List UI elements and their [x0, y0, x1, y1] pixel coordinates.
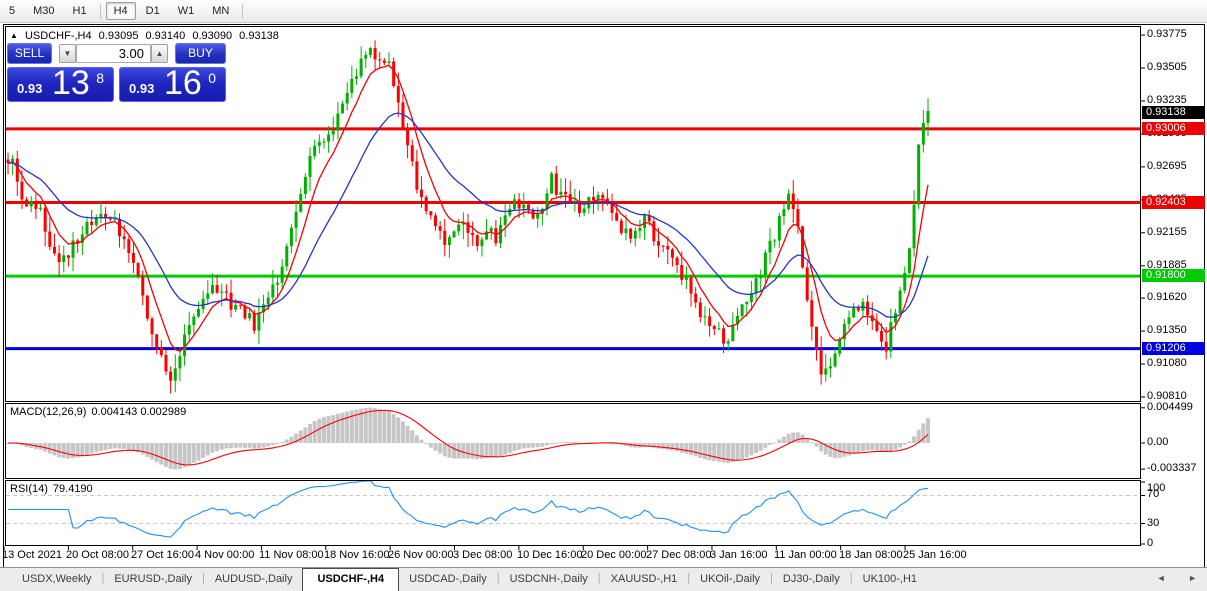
chart-tab-ukoil-daily[interactable]: UKOil-,Daily [690, 568, 770, 591]
price-axis-tick: 0.91620 [1147, 291, 1187, 303]
sell-price-prefix: 0.93 [17, 81, 42, 96]
date-axis-label: 11 Jan 00:00 [774, 549, 837, 561]
chart-tab-bar: USDX,Weekly|EURUSD-,Daily|AUDUSD-,DailyU… [0, 567, 1207, 591]
current-price-tag: 0.93138 [1142, 106, 1205, 119]
volume-input[interactable] [76, 44, 151, 63]
tab-scroll-left-icon[interactable]: ◄ [1157, 573, 1166, 583]
macd-axis-tick: 0.00 [1147, 436, 1168, 448]
date-axis-label: 4 Nov 00:00 [195, 549, 254, 561]
sell-price-display[interactable]: 0.93 13 8 [7, 67, 114, 102]
chart-tab-uk100-h1[interactable]: UK100-,H1 [853, 568, 927, 591]
rsi-axis-tick: 0 [1147, 537, 1153, 549]
date-axis-label: 10 Dec 16:00 [517, 549, 582, 561]
ohlc-low: 0.93090 [192, 30, 232, 42]
buy-button[interactable]: BUY [175, 43, 226, 64]
chart-tab-usdx-weekly[interactable]: USDX,Weekly [12, 568, 101, 591]
date-axis-label: 11 Nov 08:00 [259, 549, 324, 561]
sell-price-pip: 8 [96, 70, 104, 86]
rsi-axis-tick: 70 [1147, 488, 1159, 500]
rsi-indicator-label: RSI(14)79.4190 [10, 483, 98, 495]
buy-price-display[interactable]: 0.93 16 0 [119, 67, 226, 102]
price-axis-tick: 0.93235 [1147, 94, 1187, 106]
price-axis-tick: 0.93505 [1147, 61, 1187, 73]
macd-indicator-label: MACD(12,26,9)0.004143 0.002989 [10, 406, 191, 418]
date-axis-label: 20 Oct 08:00 [66, 549, 129, 561]
price-level-tag: 0.91800 [1142, 269, 1205, 282]
date-axis-label: 3 Jan 16:00 [710, 549, 768, 561]
price-level-tag: 0.93006 [1142, 122, 1205, 135]
sell-button[interactable]: SELL [7, 43, 52, 64]
date-axis-label: 3 Dec 08:00 [453, 549, 512, 561]
tab-scroll-right-icon[interactable]: ► [1188, 573, 1197, 583]
buy-price-pip: 0 [208, 70, 216, 86]
symbol-ohlc-line: ▲ USDCHF-,H4 0.93095 0.93140 0.93090 0.9… [10, 30, 283, 42]
date-axis-label: 13 Oct 2021 [2, 549, 62, 561]
price-axis-tick: 0.92155 [1147, 226, 1187, 238]
date-axis-label: 18 Jan 08:00 [839, 549, 903, 561]
rsi-axis-tick: 30 [1147, 517, 1159, 529]
mt4-window: 5M30H1H4D1W1MN ▲ USDCHF-,H4 0.93095 0.93… [0, 0, 1207, 591]
volume-up-button[interactable]: ▲ [151, 44, 168, 63]
collapse-arrow-icon[interactable]: ▲ [10, 31, 18, 40]
rsi-panel [6, 481, 1141, 546]
level-lines-group [6, 129, 1140, 349]
chart-tab-audusd-daily[interactable]: AUDUSD-,Daily [205, 568, 303, 591]
buy-price-prefix: 0.93 [129, 81, 154, 96]
date-axis-label: 26 Nov 00:00 [388, 549, 453, 561]
chart-tab-dj30-daily[interactable]: DJ30-,Daily [773, 568, 850, 591]
macd-axis-tick: 0.004499 [1147, 401, 1193, 413]
sell-price-big: 13 [52, 64, 90, 103]
ohlc-close: 0.93138 [239, 30, 279, 42]
chart-tab-xauusd-h1[interactable]: XAUUSD-,H1 [601, 568, 688, 591]
date-axis-label: 27 Dec 08:00 [646, 549, 711, 561]
ohlc-high: 0.93140 [146, 30, 186, 42]
price-level-tag: 0.92403 [1142, 196, 1205, 209]
price-axis-tick: 0.92695 [1147, 160, 1187, 172]
price-level-tag: 0.91206 [1142, 342, 1205, 355]
macd-axis-tick: -0.003337 [1147, 462, 1197, 474]
price-axis-tick: 0.91080 [1147, 357, 1187, 369]
chart-tab-eurusd-daily[interactable]: EURUSD-,Daily [104, 568, 202, 591]
ohlc-open: 0.93095 [99, 30, 139, 42]
volume-down-button[interactable]: ▼ [59, 44, 76, 63]
one-click-trading-panel: SELL ▼ ▲ BUY 0.93 13 8 0.93 16 0 [7, 42, 226, 103]
symbol-label: USDCHF-,H4 [25, 30, 92, 42]
buy-price-big: 16 [164, 64, 202, 103]
price-axis-tick: 0.91350 [1147, 324, 1187, 336]
price-axis-tick: 0.93775 [1147, 28, 1187, 40]
date-axis-label: 18 Nov 16:00 [324, 549, 389, 561]
date-axis-label: 25 Jan 16:00 [903, 549, 967, 561]
date-axis-label: 20 Dec 00:00 [581, 549, 646, 561]
tab-scroll-arrows: ◄ ► [1137, 573, 1197, 583]
chart-tab-usdcnh-daily[interactable]: USDCNH-,Daily [500, 568, 598, 591]
chart-tab-usdcad-daily[interactable]: USDCAD-,Daily [399, 568, 497, 591]
chart-tab-usdchf-h4[interactable]: USDCHF-,H4 [302, 568, 399, 591]
date-axis-label: 27 Oct 16:00 [131, 549, 194, 561]
